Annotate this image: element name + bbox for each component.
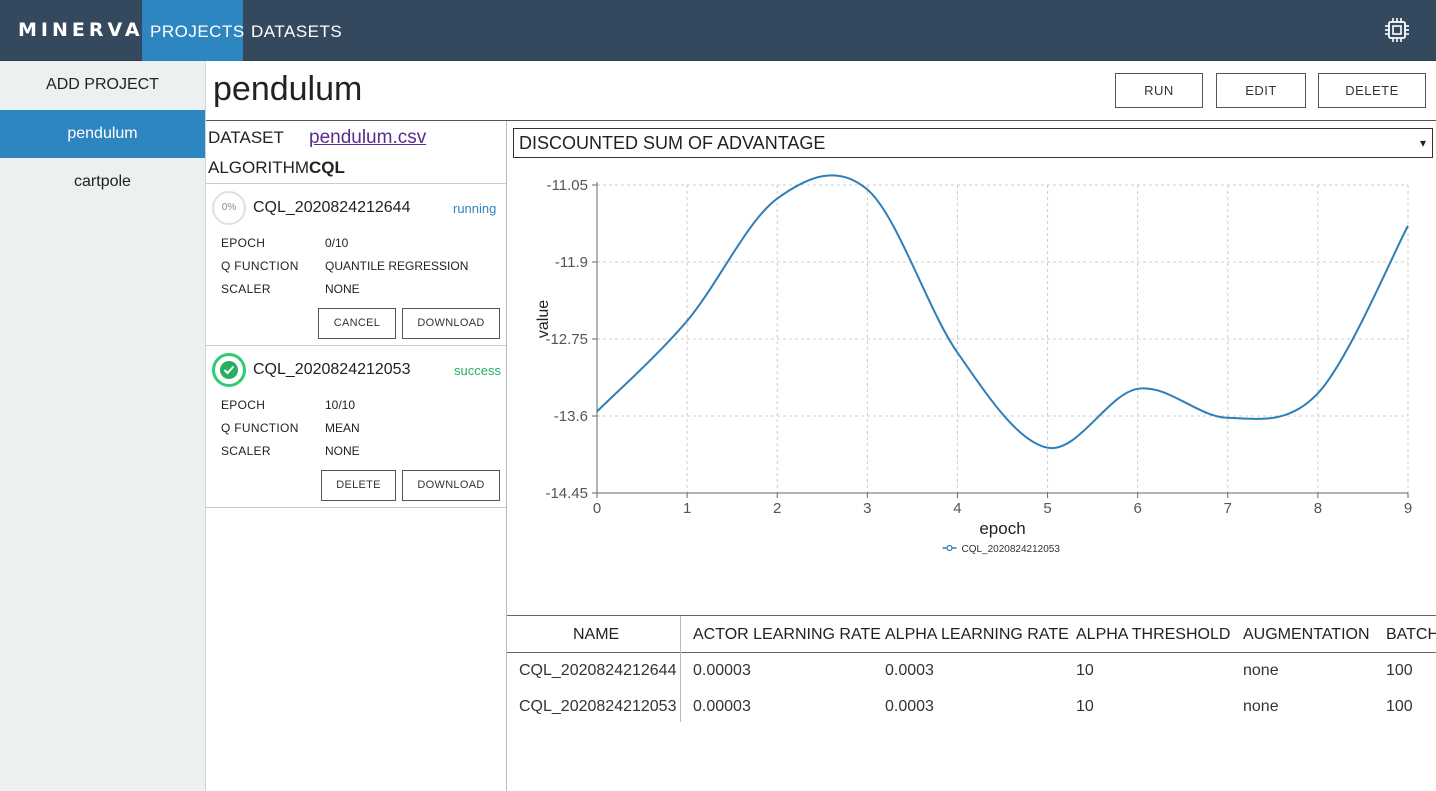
sidebar-item-cartpole[interactable]: cartpole [0,158,205,206]
success-icon [212,353,246,387]
x-tick-label: 1 [683,500,691,517]
field-label: SCALER [221,444,271,458]
add-project-button[interactable]: ADD PROJECT [0,61,205,109]
divider [206,183,506,184]
sidebar: ADD PROJECT pendulum cartpole [0,61,206,791]
column-header-alpha-lr[interactable]: ALPHA LEARNING RATE [885,626,1069,644]
table-cell: 0.0003 [885,662,934,679]
field-value: 0/10 [325,236,349,250]
y-tick-label: -13.6 [554,408,588,425]
table-cell: 100 [1386,698,1413,715]
table-cell: 100 [1386,662,1413,679]
legend-label: CQL_2020824212053 [962,544,1061,555]
y-tick-label: -11.9 [555,254,588,271]
download-button[interactable]: DOWNLOAD [402,470,500,501]
x-tick-label: 5 [1043,500,1051,517]
line-chart: 0 1 2 3 4 5 6 7 8 9-11.05-11.9-12.75-13.6-14.45ep… [535,174,1412,555]
field-label: Q FUNCTION [221,421,299,435]
y-tick-label: -11.05 [547,177,588,194]
delete-experiment-button[interactable]: DELETE [321,470,396,501]
experiment-name[interactable]: CQL_2020824212053 [253,361,410,379]
table-cell: CQL_2020824212053 [519,698,677,715]
experiment-name[interactable]: CQL_2020824212644 [253,199,410,217]
column-header-augmentation[interactable]: AUGMENTATION [1243,626,1370,644]
column-header-alpha-threshold[interactable]: ALPHA THRESHOLD [1076,626,1230,644]
table-cell: 0.0003 [885,698,934,715]
divider [206,345,506,346]
table-cell: 0.00003 [693,662,751,679]
page-title: pendulum [213,70,363,108]
x-tick-label: 6 [1133,500,1141,517]
field-label: SCALER [221,282,271,296]
x-tick-label: 7 [1224,500,1232,517]
nav-datasets[interactable]: DATASETS [243,0,343,61]
metric-select[interactable]: DISCOUNTED SUM OF ADVANTAGE ▾ [513,128,1433,158]
field-value: QUANTILE REGRESSION [325,259,469,273]
x-tick-label: 8 [1314,500,1322,517]
brand-logo[interactable]: MINERVA [18,19,144,41]
field-value: NONE [325,444,360,458]
nav-projects[interactable]: PROJECTS [142,0,244,61]
dataset-label: DATASET [208,128,284,147]
table-cell: none [1243,698,1279,715]
cancel-button[interactable]: CANCEL [318,308,396,339]
run-button[interactable]: RUN [1115,73,1203,108]
x-axis-label: epoch [979,519,1025,538]
algorithm-value: CQL [309,158,345,177]
table-cell: CQL_2020824212644 [519,662,677,679]
x-tick-label: 4 [953,500,961,517]
y-tick-label: -14.45 [545,485,588,502]
x-tick-label: 3 [863,500,871,517]
dataset-link[interactable]: pendulum.csv [309,127,426,149]
table-cell: 0.00003 [693,698,751,715]
status-badge: success [454,363,501,378]
y-axis-label: value [535,300,552,338]
field-value: MEAN [325,421,360,435]
column-header-batch[interactable]: BATCH [1386,626,1436,644]
divider [206,507,506,508]
chevron-down-icon: ▾ [1419,136,1426,150]
x-tick-label: 0 [593,500,601,517]
sidebar-item-pendulum[interactable]: pendulum [0,110,205,158]
legend-marker [946,544,953,552]
cpu-chip-icon[interactable] [1383,16,1411,44]
x-tick-label: 2 [773,500,781,517]
field-label: EPOCH [221,236,266,250]
top-bar: MINERVA PROJECTS DATASETS [0,0,1436,61]
metric-select-value: DISCOUNTED SUM OF ADVANTAGE [519,133,826,153]
table-cell: 10 [1076,698,1094,715]
status-badge: running [453,201,497,216]
x-tick-label: 9 [1404,500,1412,517]
download-button[interactable]: DOWNLOAD [402,308,500,339]
field-value: 10/10 [325,398,356,412]
table-cell: 10 [1076,662,1094,679]
column-divider [680,616,681,722]
table-cell: none [1243,662,1279,679]
edit-button[interactable]: EDIT [1216,73,1306,108]
field-label: EPOCH [221,398,266,412]
table-header-border [507,652,1436,653]
series-line [596,174,1409,449]
column-header-actor-lr[interactable]: ACTOR LEARNING RATE [693,626,881,644]
algorithm-label: ALGORITHM [208,158,310,177]
field-value: NONE [325,282,360,296]
table-top-border [507,615,1436,616]
column-header-name[interactable]: NAME [573,626,619,644]
progress-indicator: 0% [212,191,246,225]
field-label: Q FUNCTION [221,259,299,273]
delete-project-button[interactable]: DELETE [1318,73,1426,108]
